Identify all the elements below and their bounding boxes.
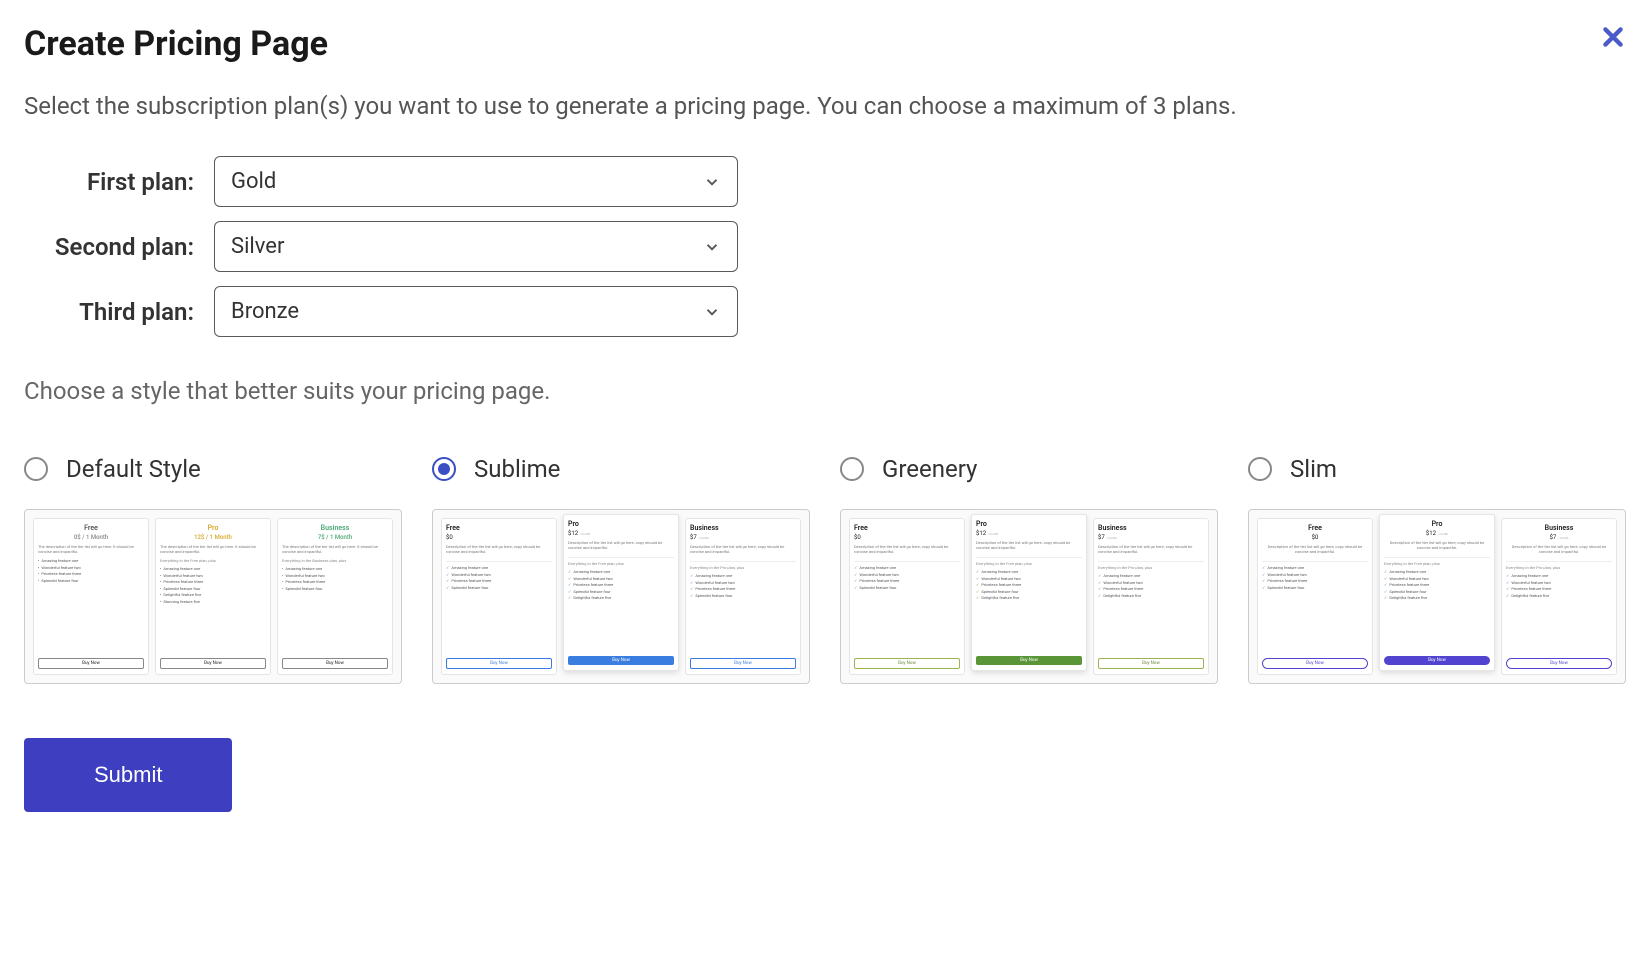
chevron-down-icon — [703, 173, 721, 191]
second-plan-label: Second plan: — [24, 233, 214, 261]
style-subtitle: Choose a style that better suits your pr… — [24, 377, 1626, 405]
radio-label: Default Style — [66, 455, 201, 483]
close-icon — [1600, 24, 1626, 50]
preview-greenery[interactable]: Free $0 Description of the tier list wil… — [840, 509, 1218, 684]
radio-sublime[interactable]: Sublime — [432, 455, 810, 483]
chevron-down-icon — [703, 238, 721, 256]
radio-default-style[interactable]: Default Style — [24, 455, 402, 483]
third-plan-label: Third plan: — [24, 298, 214, 326]
radio-icon — [24, 457, 48, 481]
second-plan-value: Silver — [231, 234, 284, 259]
chevron-down-icon — [703, 303, 721, 321]
radio-label: Greenery — [882, 455, 977, 483]
third-plan-value: Bronze — [231, 299, 299, 324]
radio-label: Slim — [1290, 455, 1337, 483]
style-option-sublime: Sublime Free $0 Description of the tier … — [432, 455, 810, 684]
style-option-default: Default Style Free 0$ / 1 Month The desc… — [24, 455, 402, 684]
submit-button[interactable]: Submit — [24, 738, 232, 812]
page-title: Create Pricing Page — [24, 24, 328, 64]
second-plan-select[interactable]: Silver — [214, 221, 738, 272]
radio-icon — [432, 457, 456, 481]
preview-sublime[interactable]: Free $0 Description of the tier list wil… — [432, 509, 810, 684]
radio-icon — [840, 457, 864, 481]
style-option-greenery: Greenery Free $0 Description of the tier… — [840, 455, 1218, 684]
style-option-slim: Slim Free $0 Description of the tier lis… — [1248, 455, 1626, 684]
preview-slim[interactable]: Free $0 Description of the tier list wil… — [1248, 509, 1626, 684]
radio-icon — [1248, 457, 1272, 481]
radio-slim[interactable]: Slim — [1248, 455, 1626, 483]
first-plan-value: Gold — [231, 169, 276, 194]
third-plan-select[interactable]: Bronze — [214, 286, 738, 337]
first-plan-select[interactable]: Gold — [214, 156, 738, 207]
subtitle-text: Select the subscription plan(s) you want… — [24, 92, 1626, 120]
radio-label: Sublime — [474, 455, 560, 483]
close-button[interactable] — [1600, 24, 1626, 56]
first-plan-label: First plan: — [24, 168, 214, 196]
preview-default[interactable]: Free 0$ / 1 Month The description of the… — [24, 509, 402, 684]
radio-greenery[interactable]: Greenery — [840, 455, 1218, 483]
